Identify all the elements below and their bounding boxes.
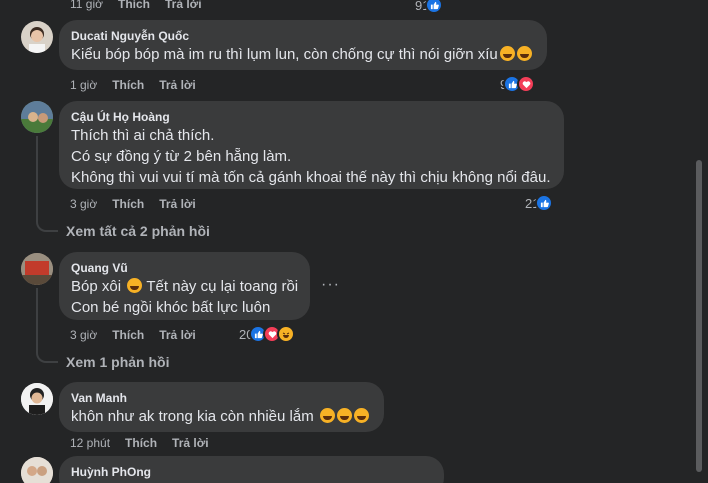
like-link[interactable]: Thích [125,436,157,450]
view-replies-link[interactable]: Xem 1 phản hồi [66,354,169,370]
like-reaction-icon [425,0,444,14]
thread-connector [36,288,58,363]
comment-author[interactable]: Van Manh [71,390,372,406]
grinning-emoji-icon [127,278,143,293]
love-reaction-icon [517,75,536,93]
comment-line: khôn như ak trong kia còn nhiều lắm [71,408,314,425]
comment-actions: 3 giờ Thích Trả lời [70,328,196,342]
comment-time[interactable]: 1 giờ [70,78,97,92]
comment-line: Con bé ngồi khóc bất lực luôn [71,299,271,316]
reaction-summary[interactable]: 20 [239,325,296,343]
laughing-emoji-icon [319,408,335,423]
comment-time[interactable]: 12 phút [70,436,110,450]
comment-author[interactable]: Ducati Nguyễn Quốc [71,28,535,44]
avatar[interactable] [21,383,53,415]
comment-author[interactable]: Huỳnh PhOng [71,464,432,480]
comment-bubble: Huỳnh PhOng [59,456,444,483]
comment-text: Bóp xôi Tết này cụ lại toang rồi [71,276,298,297]
reaction-summary[interactable]: 21 [525,194,554,212]
like-link[interactable]: Thích [112,328,144,342]
comment-line: Bóp xôi [71,278,122,295]
comment-author[interactable]: Quang Vũ [71,260,298,276]
avatar[interactable] [21,253,53,285]
more-options-icon[interactable]: ··· [321,276,340,294]
comment-bubble: Ducati Nguyễn Quốc Kiểu bóp bóp mà im ru… [59,20,547,70]
comment-actions: 11 giờ Thích Trả lời [70,0,202,11]
reply-link[interactable]: Trả lời [159,78,196,92]
haha-reaction-icon [277,325,296,343]
comment-bubble: Quang Vũ Bóp xôi Tết này cụ lại toang rồ… [59,252,310,320]
reply-link[interactable]: Trả lời [172,436,209,450]
comment-time[interactable]: 11 giờ [70,0,103,11]
comment-line: Thích thì ai chả thích. [71,127,215,144]
reply-link[interactable]: Trả lời [159,328,196,342]
thread-connector [36,136,58,232]
comment-actions: 12 phút Thích Trả lời [70,436,209,450]
avatar[interactable] [21,21,53,53]
comment-line: Kiểu bóp bóp mà im ru thì lụm lun, còn c… [71,46,498,63]
comment-line: Không thì vui vui tí mà tốn cả gánh khoa… [71,169,551,186]
reply-link[interactable]: Trả lời [165,0,202,11]
laughing-emoji-icon [353,408,369,423]
like-link[interactable]: Thích [112,197,144,211]
laughing-emoji-icon [336,408,352,423]
comment-time[interactable]: 3 giờ [70,328,97,342]
comment-actions: 3 giờ Thích Trả lời [70,197,196,211]
comment-bubble: Cậu Út Họ Hoàng Thích thì ai chả thích. … [59,101,564,189]
like-link[interactable]: Thích [118,0,150,11]
laughing-emoji-icon [516,46,532,61]
comment-text: Kiểu bóp bóp mà im ru thì lụm lun, còn c… [71,44,535,65]
reaction-summary[interactable]: 9 [500,75,536,93]
scrollbar-thumb[interactable] [696,160,702,472]
laughing-emoji-icon [499,46,515,61]
comment-bubble: Van Manh khôn như ak trong kia còn nhiều… [59,382,384,432]
like-link[interactable]: Thích [112,78,144,92]
view-replies-link[interactable]: Xem tất cả 2 phản hồi [66,223,210,239]
comment-line: Có sự đồng ý từ 2 bên hẵng làm. [71,148,292,165]
reply-link[interactable]: Trả lời [159,197,196,211]
comment-text: khôn như ak trong kia còn nhiều lắm [71,406,372,427]
comment-line: Tết này cụ lại toang rồi [146,278,299,295]
avatar[interactable] [21,457,53,483]
comment-time[interactable]: 3 giờ [70,197,97,211]
comment-actions: 1 giờ Thích Trả lời [70,78,196,92]
reaction-summary[interactable]: 91 [415,0,444,14]
comment-author[interactable]: Cậu Út Họ Hoàng [71,109,552,125]
like-reaction-icon [535,194,554,212]
avatar[interactable] [21,101,53,133]
